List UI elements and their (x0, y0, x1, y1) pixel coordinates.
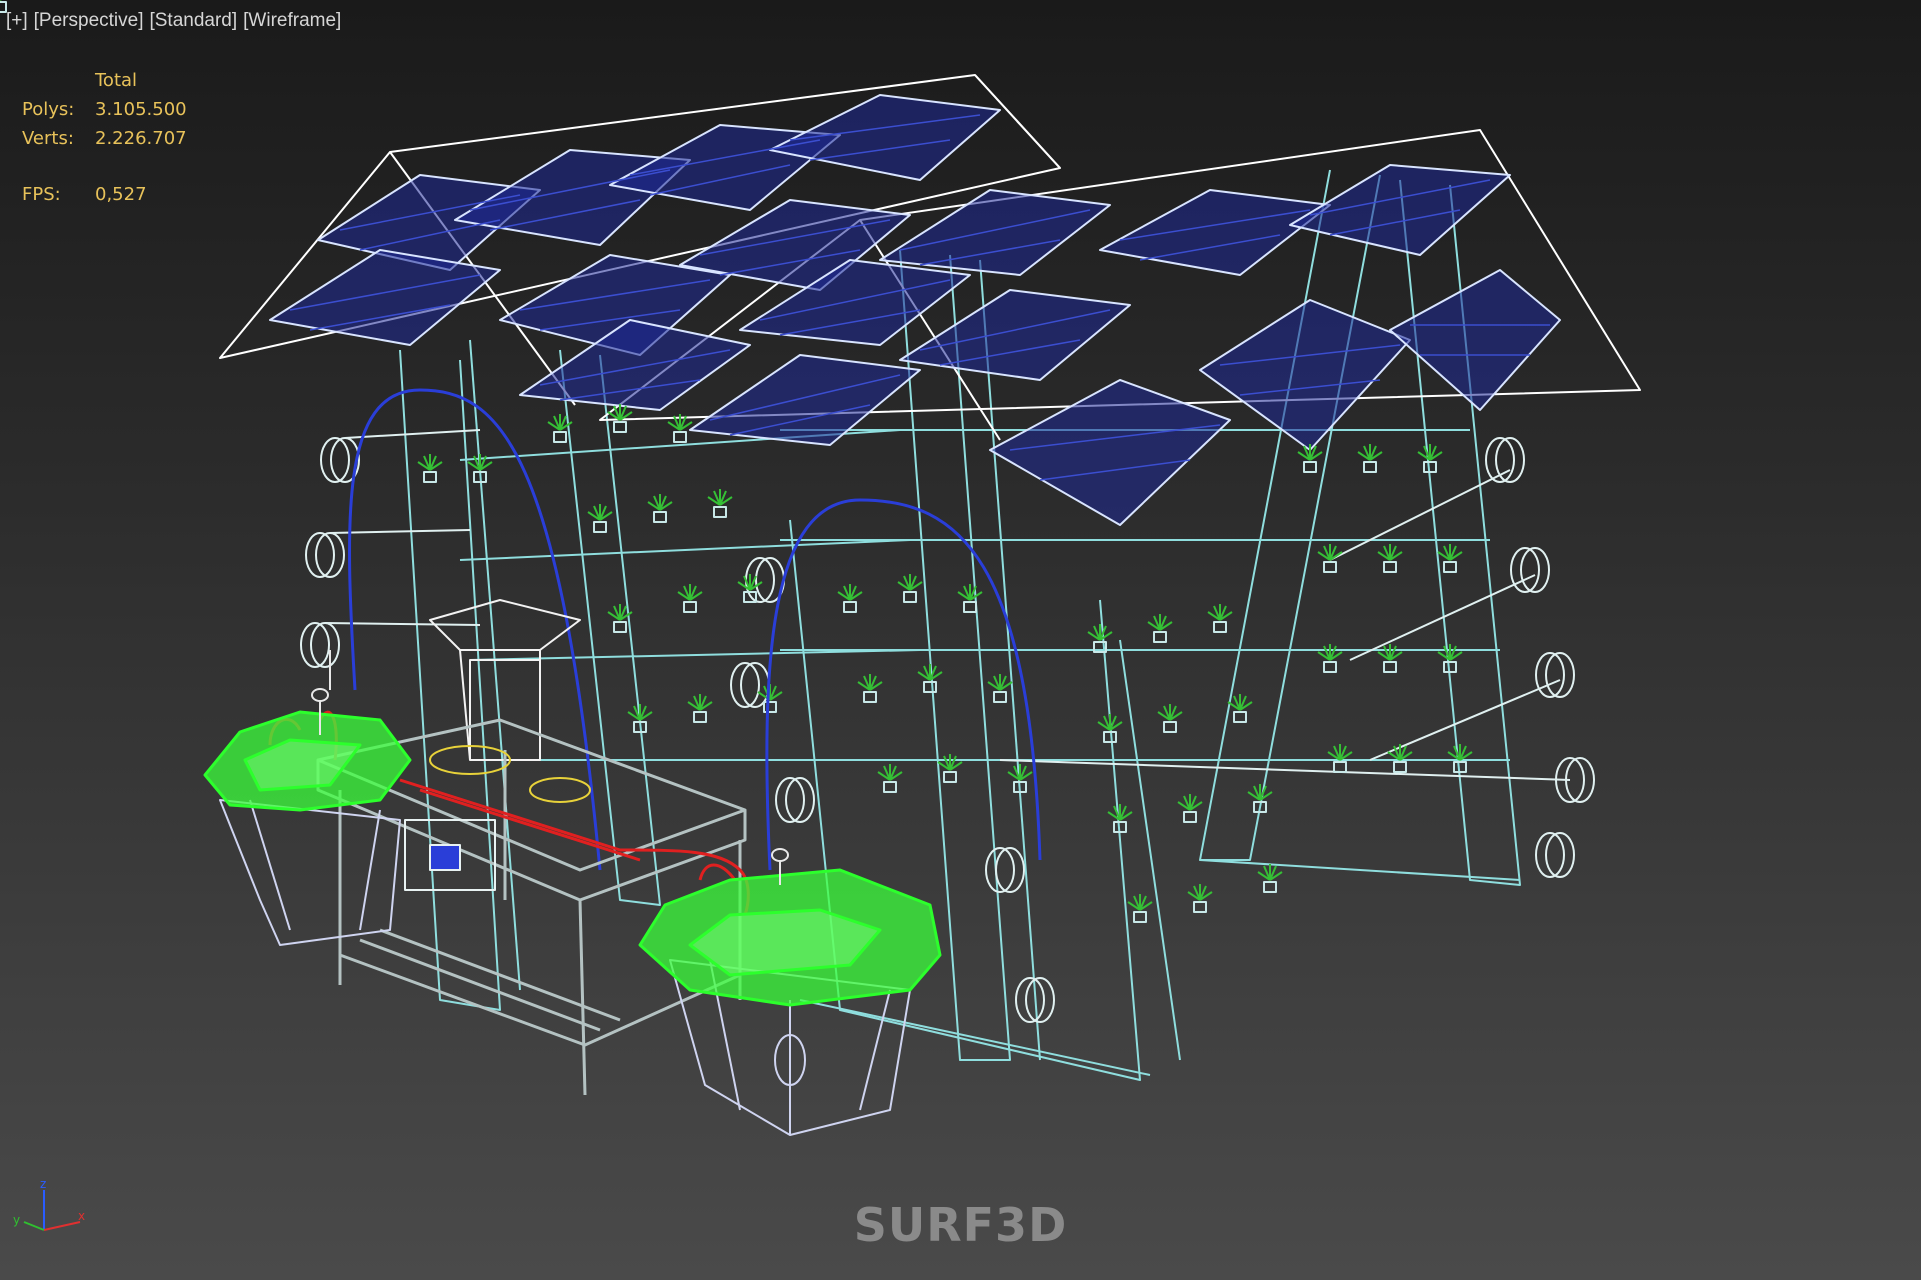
yellow-coil (429, 745, 591, 803)
electrical-box (404, 819, 496, 891)
plant-pods (0, 0, 7, 13)
3d-viewport[interactable]: [+] [Perspective] [Standard] [Wireframe]… (0, 0, 1921, 1280)
left-reservoir (219, 799, 401, 946)
left-reservoir-lid (203, 710, 412, 812)
axis-z-label: z (40, 1178, 46, 1191)
wireframe-scene (0, 0, 1641, 1136)
watermark-logo: SURF3D (853, 1198, 1068, 1252)
right-reservoir-lid (638, 868, 942, 1007)
